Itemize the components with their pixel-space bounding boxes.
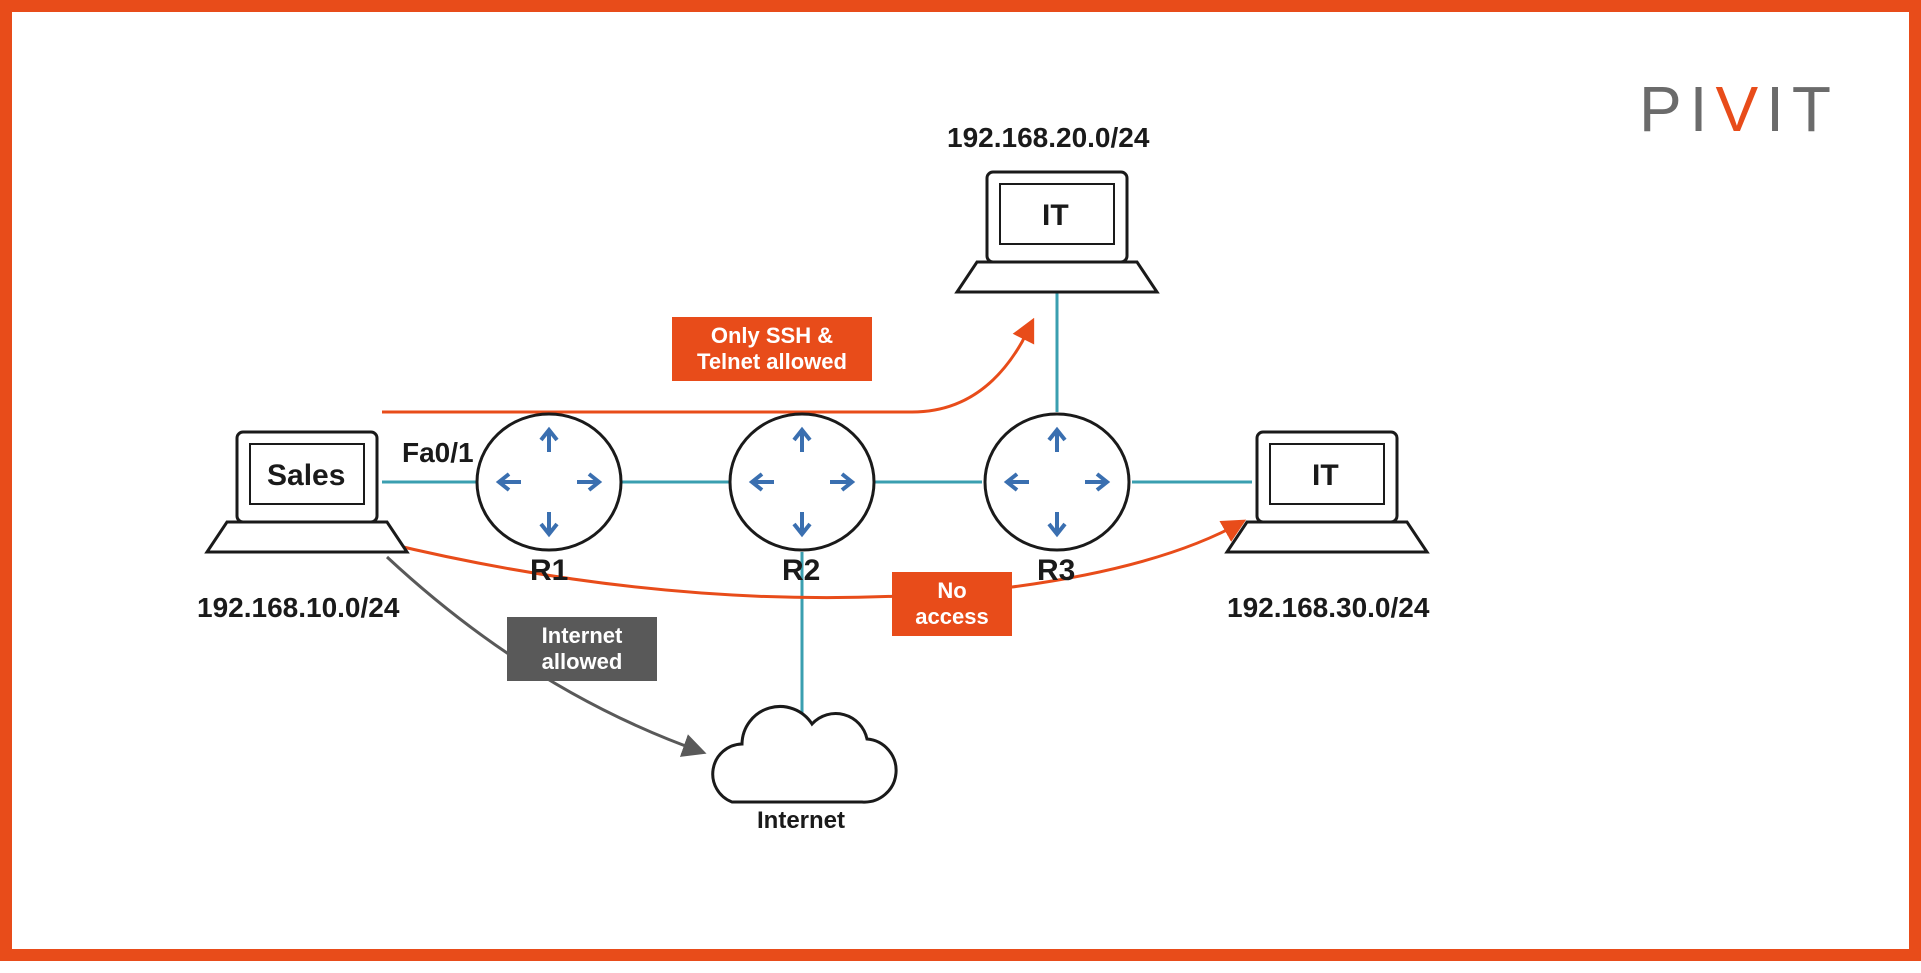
subnet-sales: 192.168.10.0/24 xyxy=(197,592,399,624)
router-label-r1: R1 xyxy=(530,554,568,588)
subnet-it-top: 192.168.20.0/24 xyxy=(947,122,1149,154)
interface-fa01: Fa0/1 xyxy=(402,437,474,469)
rule-ssh-telnet: Only SSH & Telnet allowed xyxy=(672,317,872,381)
router-r3 xyxy=(985,414,1129,550)
rule-internet-allowed: Internet allowed xyxy=(507,617,657,681)
device-label-sales: Sales xyxy=(267,459,345,493)
brand-logo: PIVIT xyxy=(1639,72,1839,146)
rule-no-access: No access xyxy=(892,572,1012,636)
logo-accent: V xyxy=(1715,73,1766,145)
logo-part2: IT xyxy=(1766,73,1839,145)
logo-part1: PI xyxy=(1639,73,1715,145)
diagram-frame: PIVIT Sales IT IT R1 R2 R3 Fa0/1 192.168… xyxy=(0,0,1921,961)
router-label-r3: R3 xyxy=(1037,554,1075,588)
router-label-r2: R2 xyxy=(782,554,820,588)
router-r1 xyxy=(477,414,621,550)
router-r2 xyxy=(730,414,874,550)
cloud-label: Internet xyxy=(757,807,845,835)
device-label-it-top: IT xyxy=(1042,199,1069,233)
cloud-internet-icon xyxy=(713,706,896,802)
subnet-it-right: 192.168.30.0/24 xyxy=(1227,592,1429,624)
device-label-it-right: IT xyxy=(1312,459,1339,493)
